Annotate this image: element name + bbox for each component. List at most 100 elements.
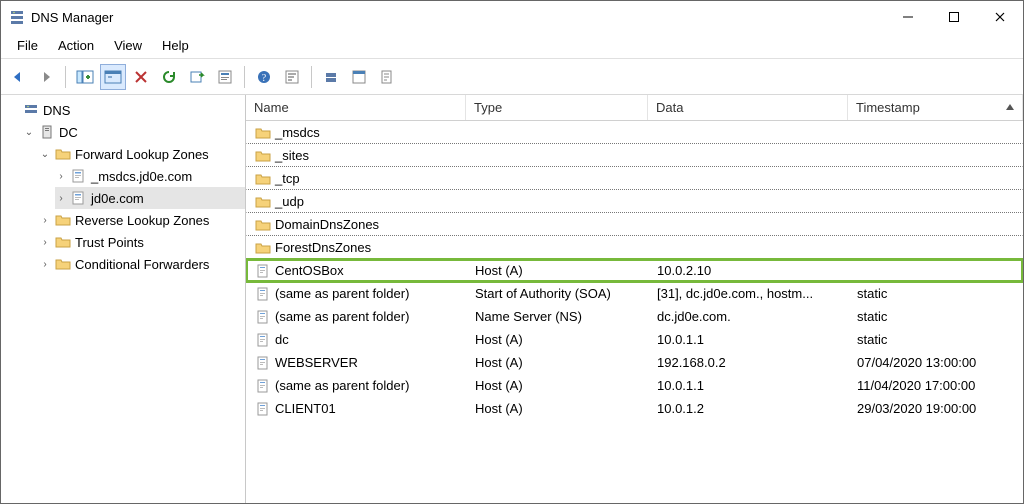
new-zone-button[interactable] bbox=[346, 64, 372, 90]
tree-label: Forward Lookup Zones bbox=[75, 147, 209, 162]
cell-timestamp: 11/04/2020 17:00:00 bbox=[849, 378, 1022, 393]
list-subfolder[interactable]: DomainDnsZones bbox=[246, 213, 1023, 236]
expanded-twisty-icon[interactable]: ⌄ bbox=[39, 148, 51, 160]
list-record[interactable]: CLIENT01Host (A)10.0.1.229/03/2020 19:00… bbox=[246, 397, 1023, 420]
filter-button[interactable] bbox=[279, 64, 305, 90]
help-button[interactable]: ? bbox=[251, 64, 277, 90]
cell-name: CentOSBox bbox=[247, 263, 467, 279]
delete-button[interactable] bbox=[128, 64, 154, 90]
details-view-button[interactable] bbox=[100, 64, 126, 90]
window: DNS Manager File Action View Help ? bbox=[0, 0, 1024, 504]
expanded-twisty-icon[interactable]: ⌄ bbox=[23, 126, 35, 138]
cell-data: 10.0.2.10 bbox=[649, 263, 849, 278]
cell-name: dc bbox=[247, 332, 467, 348]
tree-forward-lookup-zones[interactable]: ⌄ Forward Lookup Zones bbox=[39, 143, 245, 165]
refresh-button[interactable] bbox=[156, 64, 182, 90]
show-hide-tree-button[interactable] bbox=[72, 64, 98, 90]
app-icon bbox=[9, 9, 25, 25]
tree-pane[interactable]: DNS ⌄ DC ⌄ bbox=[1, 95, 246, 503]
new-server-button[interactable] bbox=[318, 64, 344, 90]
list-subfolder[interactable]: _msdcs bbox=[246, 121, 1023, 144]
list-subfolder[interactable]: _sites bbox=[246, 144, 1023, 167]
record-name: ForestDnsZones bbox=[275, 240, 371, 255]
cell-name: ForestDnsZones bbox=[247, 240, 467, 256]
record-icon bbox=[255, 286, 271, 302]
list-subfolder[interactable]: _udp bbox=[246, 190, 1023, 213]
list-record[interactable]: (same as parent folder)Start of Authorit… bbox=[246, 282, 1023, 305]
cell-name: CLIENT01 bbox=[247, 401, 467, 417]
record-icon bbox=[255, 378, 271, 394]
collapsed-twisty-icon[interactable]: › bbox=[55, 170, 67, 182]
list-record[interactable]: CentOSBoxHost (A)10.0.2.10 bbox=[246, 259, 1023, 282]
cell-type: Host (A) bbox=[467, 401, 649, 416]
tree-reverse-lookup-zones[interactable]: › Reverse Lookup Zones bbox=[39, 209, 245, 231]
tree-trust-points[interactable]: › Trust Points bbox=[39, 231, 245, 253]
titlebar: DNS Manager bbox=[1, 1, 1023, 33]
properties-button[interactable] bbox=[212, 64, 238, 90]
collapsed-twisty-icon[interactable]: › bbox=[39, 258, 51, 270]
tree-zone-item[interactable]: ›_msdcs.jd0e.com bbox=[55, 165, 245, 187]
tree-label: Conditional Forwarders bbox=[75, 257, 209, 272]
collapsed-twisty-icon[interactable]: › bbox=[39, 236, 51, 248]
column-headers: Name Type Data Timestamp bbox=[246, 95, 1023, 121]
record-name: _tcp bbox=[275, 171, 300, 186]
tree-label: DC bbox=[59, 125, 78, 140]
back-button[interactable] bbox=[5, 64, 31, 90]
close-button[interactable] bbox=[977, 1, 1023, 33]
record-name: dc bbox=[275, 332, 289, 347]
folder-icon bbox=[255, 240, 271, 256]
minimize-button[interactable] bbox=[885, 1, 931, 33]
menu-help[interactable]: Help bbox=[152, 36, 199, 55]
forward-button[interactable] bbox=[33, 64, 59, 90]
record-name: _udp bbox=[275, 194, 304, 209]
tree-zone-item[interactable]: ›jd0e.com bbox=[55, 187, 245, 209]
cell-type: Start of Authority (SOA) bbox=[467, 286, 649, 301]
column-data[interactable]: Data bbox=[648, 95, 848, 120]
cell-timestamp: static bbox=[849, 286, 1022, 301]
list-record[interactable]: (same as parent folder)Name Server (NS)d… bbox=[246, 305, 1023, 328]
maximize-button[interactable] bbox=[931, 1, 977, 33]
column-name[interactable]: Name bbox=[246, 95, 466, 120]
folder-icon bbox=[255, 148, 271, 164]
tree-label: Trust Points bbox=[75, 235, 144, 250]
menu-file[interactable]: File bbox=[7, 36, 48, 55]
list-subfolder[interactable]: ForestDnsZones bbox=[246, 236, 1023, 259]
record-name: CentOSBox bbox=[275, 263, 344, 278]
zone-icon bbox=[71, 168, 87, 184]
list-record[interactable]: dc Host (A)10.0.1.1static bbox=[246, 328, 1023, 351]
tree-conditional-forwarders[interactable]: › Conditional Forwarders bbox=[39, 253, 245, 275]
record-icon bbox=[255, 332, 271, 348]
list-subfolder[interactable]: _tcp bbox=[246, 167, 1023, 190]
folder-icon bbox=[255, 194, 271, 210]
collapsed-twisty-icon[interactable]: › bbox=[55, 192, 67, 204]
list-record[interactable]: (same as parent folder)Host (A)10.0.1.11… bbox=[246, 374, 1023, 397]
cell-name: (same as parent folder) bbox=[247, 286, 467, 302]
new-record-button[interactable] bbox=[374, 64, 400, 90]
folder-icon bbox=[255, 217, 271, 233]
toolbar-separator bbox=[244, 66, 245, 88]
cell-type: Host (A) bbox=[467, 332, 649, 347]
column-timestamp[interactable]: Timestamp bbox=[848, 95, 1023, 120]
collapsed-twisty-icon[interactable]: › bbox=[39, 214, 51, 226]
window-title: DNS Manager bbox=[31, 10, 113, 25]
record-name: WEBSERVER bbox=[275, 355, 358, 370]
list-pane: Name Type Data Timestamp _msdcs _sites _tc… bbox=[246, 95, 1023, 503]
blank-twisty-icon bbox=[7, 104, 19, 116]
menu-view[interactable]: View bbox=[104, 36, 152, 55]
tree-root-dns[interactable]: DNS bbox=[7, 99, 245, 121]
record-icon bbox=[255, 355, 271, 371]
cell-timestamp: 29/03/2020 19:00:00 bbox=[849, 401, 1022, 416]
folder-icon bbox=[255, 171, 271, 187]
cell-name: (same as parent folder) bbox=[247, 378, 467, 394]
export-button[interactable] bbox=[184, 64, 210, 90]
column-type[interactable]: Type bbox=[466, 95, 648, 120]
menu-action[interactable]: Action bbox=[48, 36, 104, 55]
folder-icon bbox=[55, 212, 71, 228]
record-list[interactable]: _msdcs _sites _tcp _udp DomainDnsZones Forest… bbox=[246, 121, 1023, 503]
cell-name: _sites bbox=[247, 148, 467, 164]
cell-timestamp: static bbox=[849, 332, 1022, 347]
cell-timestamp: static bbox=[849, 309, 1022, 324]
list-record[interactable]: WEBSERVERHost (A)192.168.0.207/04/2020 1… bbox=[246, 351, 1023, 374]
cell-data: 10.0.1.1 bbox=[649, 332, 849, 347]
tree-server-dc[interactable]: ⌄ DC bbox=[23, 121, 245, 143]
